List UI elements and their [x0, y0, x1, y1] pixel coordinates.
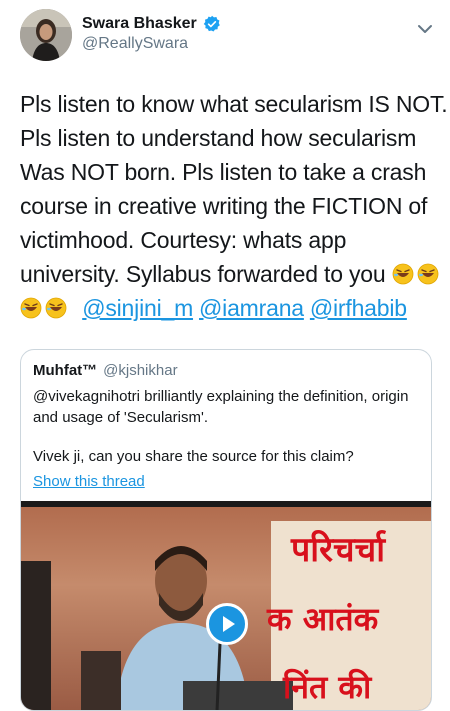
author-avatar[interactable] [20, 9, 72, 61]
quoted-tweet-card[interactable]: Muhfat™ @kjshikhar @vivekagnihotri brilli… [20, 349, 432, 711]
rofl-emoji-icon [392, 260, 414, 285]
tweet-line: course in creative writing the FICTION o… [20, 193, 428, 219]
rofl-emoji-icon [45, 294, 67, 319]
quoted-author-handle[interactable]: @kjshikhar [103, 362, 177, 379]
quoted-text: @vivekagnihotri brilliantly explaining t… [33, 388, 409, 426]
tweet-line: Pls listen to know what secularism IS NO… [20, 91, 448, 117]
show-thread-link[interactable]: Show this thread [33, 473, 145, 490]
rofl-emoji-icon [417, 260, 439, 285]
play-button[interactable] [206, 603, 248, 645]
author-name[interactable]: Swara Bhasker [82, 15, 197, 33]
video-thumbnail[interactable]: परिचर्चा क आतंक निंत की [21, 501, 431, 710]
tweet-line: Was NOT born. Pls listen to take a crash [20, 159, 427, 185]
chevron-down-icon[interactable] [416, 20, 434, 38]
author-handle[interactable]: @ReallySwara [82, 35, 188, 53]
video-banner-text: निंत की [283, 668, 372, 706]
verified-badge-icon [203, 15, 221, 33]
quoted-question: Vivek ji, can you share the source for t… [33, 448, 354, 465]
quoted-header: Muhfat™ @kjshikhar [33, 362, 178, 379]
video-banner-text: क आतंक [267, 600, 379, 638]
tweet-line: victimhood. Courtesy: whats app [20, 227, 347, 253]
tweet-line: university. Syllabus forwarded to you [20, 261, 386, 287]
mention-link[interactable]: @iamrana [199, 295, 304, 321]
mention-link[interactable]: @sinjini_m [82, 295, 193, 321]
tweet-line-with-emoji: university. Syllabus forwarded to you [20, 257, 440, 291]
mention-link[interactable]: @irfhabib [310, 295, 407, 321]
tweet-mentions-line: @sinjini_m @iamrana @irfhabib [20, 291, 440, 325]
tweet-line: Pls listen to understand how secularism [20, 125, 417, 151]
quoted-author-name[interactable]: Muhfat™ [33, 362, 97, 379]
play-icon [223, 616, 235, 632]
tweet-body: Pls listen to know what secularism IS NO… [20, 87, 448, 325]
rofl-emoji-icon [20, 294, 42, 319]
author-name-row: Swara Bhasker [82, 13, 221, 35]
video-banner-text: परिचर्चा [291, 530, 386, 570]
